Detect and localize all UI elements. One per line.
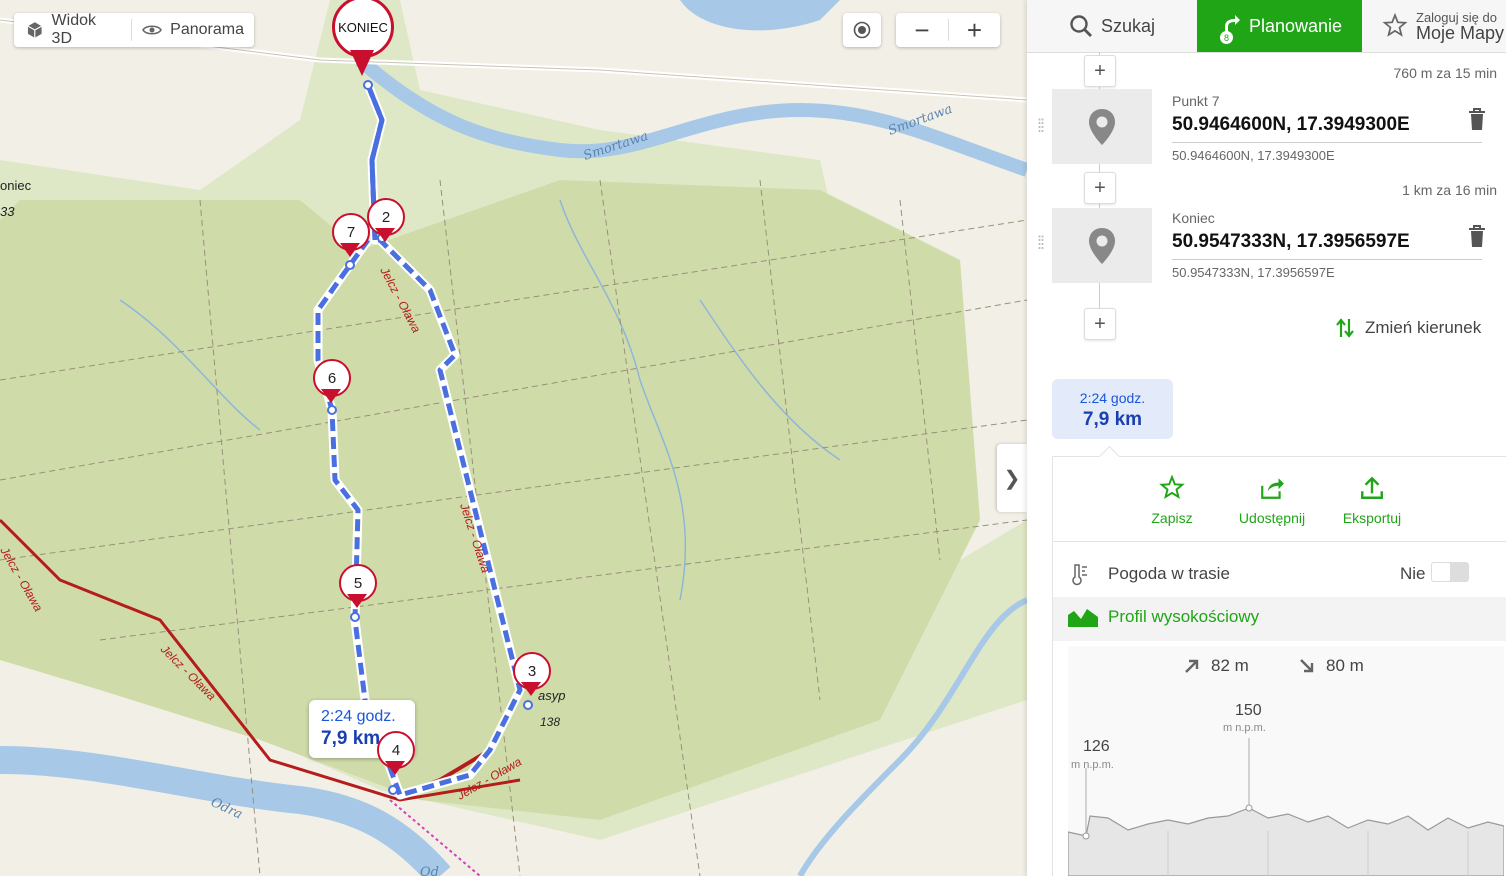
share-label: Udostępnij xyxy=(1238,510,1306,526)
reverse-route-label: Zmień kierunek xyxy=(1365,318,1482,337)
location-pin-icon xyxy=(1089,227,1115,264)
route-distance: 7,9 km xyxy=(1082,409,1143,430)
waypoint-pin-6[interactable]: 6 xyxy=(313,359,351,407)
thermometer-icon xyxy=(1072,564,1087,586)
tab-planning-label: Planowanie xyxy=(1248,15,1343,36)
add-point-button-2[interactable]: + xyxy=(1084,172,1116,204)
elevation-chart[interactable]: 82 m 80 m 126 m n.p.m. 150 m n.p.m. xyxy=(1068,646,1504,876)
segment-info-2: 1 km za 16 min xyxy=(1402,182,1497,198)
side-panel: Szukaj 8 Planowanie Zaloguj się do Moje … xyxy=(1027,0,1506,876)
planning-badge: 8 xyxy=(1219,31,1233,44)
swap-vertical-icon xyxy=(1336,318,1354,338)
eye-icon xyxy=(142,25,163,35)
location-pin-icon xyxy=(1089,108,1115,145)
trash-icon[interactable] xyxy=(1467,107,1487,131)
login-hint: Zaloguj się do xyxy=(1416,9,1497,25)
point-name: Punkt 7 xyxy=(1172,93,1220,109)
route-plan-icon: 8 xyxy=(1217,9,1241,44)
route-summary: 2:24 godz. 7,9 km xyxy=(1052,379,1173,439)
tab-planning[interactable]: 8 Planowanie xyxy=(1197,0,1362,52)
waypoint-pin-2[interactable]: 2 xyxy=(367,198,405,246)
tab-search-label: Szukaj xyxy=(1100,15,1156,36)
left-edge-label-2: 33 xyxy=(0,204,15,219)
export-label: Eksportuj xyxy=(1342,510,1402,526)
elevation-label: 138 xyxy=(540,715,560,729)
panel-toggle-button[interactable]: ❯ xyxy=(997,444,1027,512)
map-route-time: 2:24 godz. xyxy=(321,708,396,725)
point-coords-secondary: 50.9464600N, 17.3949300E xyxy=(1172,142,1482,163)
waypoint-pin-5[interactable]: 5 xyxy=(339,564,377,612)
elevation-profile-title: Profil wysokościowy xyxy=(1108,607,1260,626)
upload-icon xyxy=(1361,476,1383,499)
panorama-button[interactable]: Panorama xyxy=(132,13,254,47)
star-icon xyxy=(1159,474,1185,499)
mountain-icon xyxy=(1068,609,1098,627)
point-name: Koniec xyxy=(1172,210,1215,226)
waypoint-pin-4[interactable]: 4 xyxy=(377,731,415,779)
star-icon xyxy=(1382,13,1408,37)
point-marker-tile xyxy=(1052,208,1152,283)
elevation-profile-graph xyxy=(1068,738,1504,876)
add-point-button-1[interactable]: + xyxy=(1084,55,1116,87)
point-marker-tile xyxy=(1052,89,1152,164)
panorama-label: Panorama xyxy=(170,21,244,38)
weather-toggle-value: Nie xyxy=(1400,564,1426,583)
map-canvas[interactable]: Smortawa Smortawa Odra Jelcz - Oława Jel… xyxy=(0,0,1027,876)
my-maps-label: Moje Mapy xyxy=(1416,22,1505,43)
drag-handle-icon[interactable]: ⁞⁞ xyxy=(1037,233,1045,254)
share-route-button[interactable]: Udostępnij xyxy=(1227,475,1317,526)
segment-info-1: 760 m za 15 min xyxy=(1393,65,1498,81)
reverse-route-button[interactable]: Zmień kierunek xyxy=(1335,317,1481,339)
share-icon xyxy=(1261,478,1284,499)
trash-icon[interactable] xyxy=(1467,224,1487,248)
drag-handle-icon[interactable]: ⁞⁞ xyxy=(1037,116,1045,137)
point-item: Koniec 50.9547333N, 17.3956597E 50.95473… xyxy=(1172,210,1482,280)
waypoint-pin-7[interactable]: 7 xyxy=(332,213,370,261)
point-item: Punkt 7 50.9464600N, 17.3949300E 50.9464… xyxy=(1172,93,1482,163)
bottom-river-label: Od xyxy=(420,865,439,876)
weather-label: Pogoda w trasie xyxy=(1108,564,1230,583)
route-time: 2:24 godz. xyxy=(1079,390,1146,406)
add-point-button-3[interactable]: + xyxy=(1084,308,1116,340)
weather-row: Pogoda w trasie xyxy=(1070,562,1230,586)
zoom-controls: − + xyxy=(896,13,1000,47)
save-route-button[interactable]: Zapisz xyxy=(1127,474,1217,526)
weather-toggle[interactable] xyxy=(1431,562,1469,582)
waypoint-pin-3[interactable]: 3 xyxy=(513,652,551,700)
locate-button[interactable] xyxy=(843,13,881,47)
tab-my-maps[interactable]: Zaloguj się do Moje Mapy xyxy=(1362,0,1506,52)
view-3d-label: Widok 3D xyxy=(51,12,96,47)
save-label: Zapisz xyxy=(1151,510,1193,526)
cube-icon xyxy=(27,22,42,38)
zoom-out-button[interactable]: − xyxy=(896,15,948,46)
panel-tabs: Szukaj 8 Planowanie Zaloguj się do Moje … xyxy=(1027,0,1506,53)
map-base: Smortawa Smortawa Odra Jelcz - Oława Jel… xyxy=(0,0,1027,876)
elevation-profile-title-row: Profil wysokościowy xyxy=(1068,607,1259,627)
left-edge-label-1: oniec xyxy=(0,178,32,193)
point-coords-secondary: 50.9547333N, 17.3956597E xyxy=(1172,259,1482,280)
view-toolbar: Widok 3D Panorama xyxy=(14,12,254,47)
point-coords[interactable]: 50.9547333N, 17.3956597E xyxy=(1172,231,1482,253)
locate-icon xyxy=(853,21,871,39)
view-3d-button[interactable]: Widok 3D xyxy=(14,12,131,47)
end-pin[interactable]: KONIEC xyxy=(332,0,396,86)
export-route-button[interactable]: Eksportuj xyxy=(1327,475,1417,526)
search-icon xyxy=(1070,15,1092,37)
zoom-in-button[interactable]: + xyxy=(949,15,1000,46)
point-coords[interactable]: 50.9464600N, 17.3949300E xyxy=(1172,114,1482,136)
tab-search[interactable]: Szukaj xyxy=(1027,0,1197,52)
